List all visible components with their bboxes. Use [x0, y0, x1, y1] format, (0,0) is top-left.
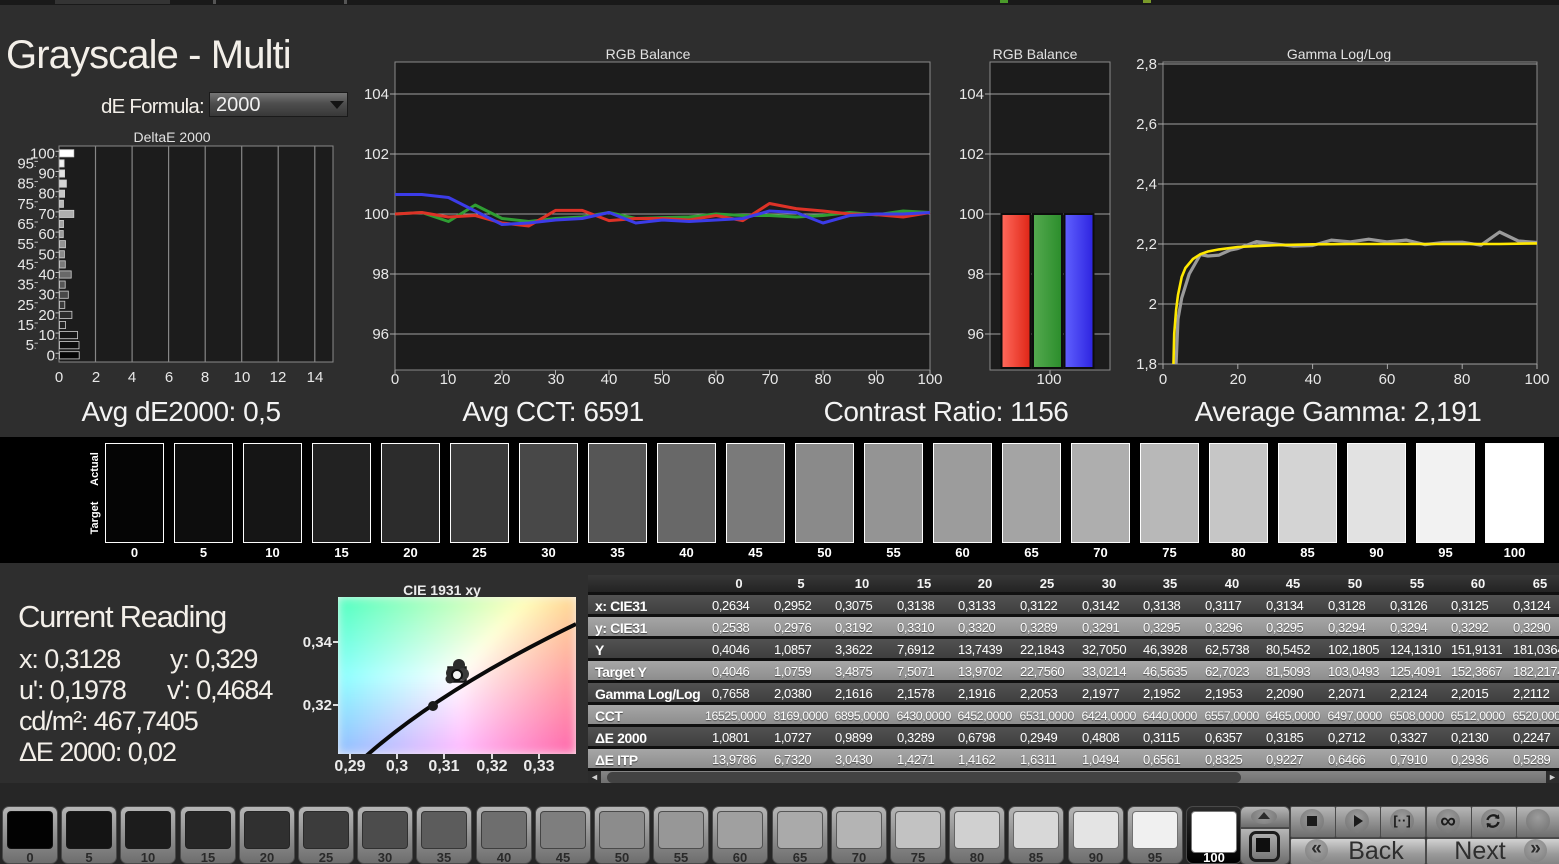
svg-text:100: 100 — [1036, 371, 1061, 388]
svg-text:2: 2 — [1149, 296, 1157, 313]
svg-text:90: 90 — [38, 166, 55, 183]
svg-text:RGB Balance: RGB Balance — [606, 46, 691, 62]
svg-text:80: 80 — [38, 186, 55, 203]
svg-text:8: 8 — [201, 369, 209, 386]
svg-text:55: 55 — [17, 236, 34, 253]
svg-text:2,8: 2,8 — [1136, 56, 1157, 73]
svg-text:20: 20 — [38, 307, 55, 324]
svg-text:DeltaE 2000: DeltaE 2000 — [133, 129, 210, 145]
svg-text:RGB Balance: RGB Balance — [993, 46, 1078, 62]
svg-text:35: 35 — [17, 277, 34, 294]
svg-text:75: 75 — [17, 196, 34, 213]
svg-text:102: 102 — [959, 146, 984, 163]
svg-text:50: 50 — [38, 246, 55, 263]
svg-text:2,6: 2,6 — [1136, 116, 1157, 133]
svg-text:12: 12 — [270, 369, 287, 386]
svg-text:1,8: 1,8 — [1136, 356, 1157, 373]
svg-text:10: 10 — [234, 369, 251, 386]
svg-text:85: 85 — [17, 176, 34, 193]
svg-text:25: 25 — [17, 297, 34, 314]
svg-text:60: 60 — [1379, 371, 1396, 388]
svg-text:100: 100 — [1524, 371, 1549, 388]
svg-text:2,4: 2,4 — [1136, 176, 1157, 193]
svg-text:65: 65 — [17, 216, 34, 233]
svg-text:40: 40 — [1305, 371, 1322, 388]
svg-text:10: 10 — [38, 327, 55, 344]
svg-text:14: 14 — [307, 369, 324, 386]
svg-text:6: 6 — [165, 369, 173, 386]
svg-text:96: 96 — [967, 326, 984, 343]
svg-text:104: 104 — [364, 86, 389, 103]
svg-text:80: 80 — [1454, 371, 1471, 388]
svg-text:98: 98 — [967, 266, 984, 283]
svg-text:20: 20 — [1230, 371, 1247, 388]
svg-text:100: 100 — [364, 206, 389, 223]
svg-text:96: 96 — [372, 326, 389, 343]
svg-text:70: 70 — [38, 206, 55, 223]
svg-text:15: 15 — [17, 317, 34, 334]
svg-text:0: 0 — [55, 369, 63, 386]
svg-text:0: 0 — [1159, 371, 1167, 388]
svg-text:40: 40 — [38, 267, 55, 284]
svg-text:30: 30 — [38, 287, 55, 304]
svg-text:0: 0 — [47, 347, 55, 364]
svg-text:2,2: 2,2 — [1136, 236, 1157, 253]
svg-text:100: 100 — [959, 206, 984, 223]
svg-text:2: 2 — [92, 369, 100, 386]
svg-text:98: 98 — [372, 266, 389, 283]
svg-text:104: 104 — [959, 86, 984, 103]
svg-text:4: 4 — [128, 369, 136, 386]
svg-text:60: 60 — [38, 226, 55, 243]
svg-text:100: 100 — [30, 145, 55, 162]
svg-text:5: 5 — [26, 337, 34, 354]
svg-text:102: 102 — [364, 146, 389, 163]
svg-text:45: 45 — [17, 256, 34, 273]
svg-text:Gamma Log/Log: Gamma Log/Log — [1287, 46, 1391, 62]
